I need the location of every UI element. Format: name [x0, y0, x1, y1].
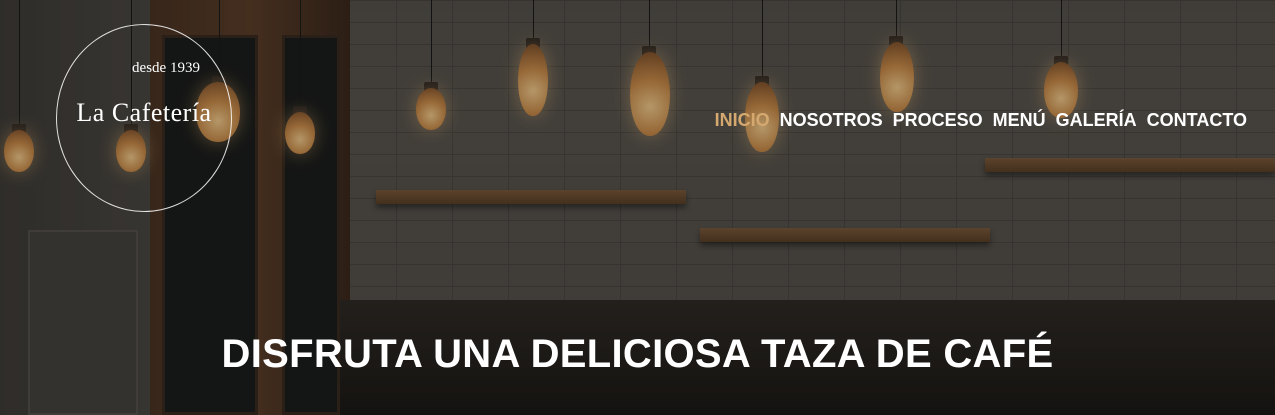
main-nav: INICIO NOSOTROS PROCESO MENÚ GALERÍA CON…: [715, 110, 1247, 131]
nav-item-nosotros[interactable]: NOSOTROS: [780, 110, 883, 131]
brand-name: La Cafetería: [76, 98, 212, 127]
nav-item-galeria[interactable]: GALERÍA: [1056, 110, 1137, 131]
brand-since: desde 1939: [132, 60, 200, 76]
hero-headline: DISFRUTA UNA DELICIOSA TAZA DE CAFÉ: [221, 332, 1054, 376]
hero-banner: desde 1939 La Cafetería INICIO NOSOTROS …: [0, 0, 1275, 415]
brand-logo[interactable]: desde 1939 La Cafetería: [56, 24, 232, 212]
nav-item-menu[interactable]: MENÚ: [993, 110, 1046, 131]
nav-item-contacto[interactable]: CONTACTO: [1147, 110, 1247, 131]
nav-item-inicio[interactable]: INICIO: [715, 110, 770, 131]
nav-item-proceso[interactable]: PROCESO: [893, 110, 983, 131]
